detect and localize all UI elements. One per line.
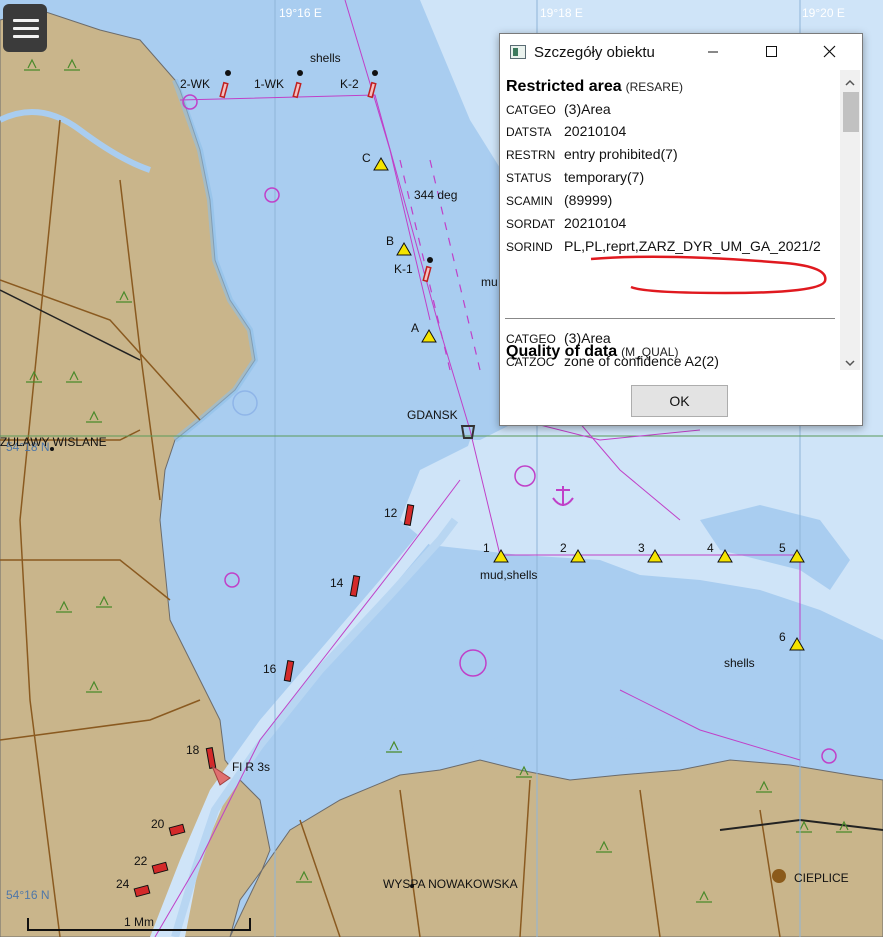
object-details-dialog: Szczegóły obiektu Restricted area (RESARE…	[499, 33, 863, 426]
buoy-label-c: C	[362, 151, 371, 165]
buoy-label-20: 20	[151, 817, 165, 831]
settlement-icon	[772, 869, 786, 883]
buoy-label-2: 2	[560, 541, 567, 555]
dialog-titlebar[interactable]: Szczegóły obiektu	[500, 34, 862, 70]
seabed-label-shells-top: shells	[310, 51, 341, 65]
section-heading-restricted-area: Restricted area (RESARE)	[506, 78, 683, 95]
buoy-label-6: 6	[779, 630, 786, 644]
coord-label-right: 19°20 E	[802, 6, 845, 20]
attribute-row: RESTRN entry prohibited(7)	[506, 146, 678, 162]
seabed-label-mud-shells: mud,shells	[480, 568, 537, 582]
attribute-row: STATUS temporary(7)	[506, 169, 645, 185]
vertical-scrollbar[interactable]	[840, 70, 860, 370]
dialog-title: Szczegóły obiektu	[534, 44, 655, 61]
buoy-label-12: 12	[384, 506, 398, 520]
seabed-label-mud: mu	[481, 275, 498, 289]
maximize-button[interactable]	[748, 34, 794, 70]
coord-label-left: 19°16 E	[279, 6, 322, 20]
buoy-label-3: 3	[638, 541, 645, 555]
light-label: Fl R 3s	[232, 760, 270, 774]
scroll-down-icon[interactable]	[840, 354, 860, 372]
red-highlight-annotation	[590, 255, 827, 295]
beacon-label-1wk: 1-WK	[254, 77, 284, 91]
beacon-label-2wk: 2-WK	[180, 77, 210, 91]
scroll-thumb[interactable]	[843, 92, 859, 132]
section-heading-quality-of-data: Quality of data (M_QUAL)	[506, 343, 679, 360]
close-icon	[823, 45, 836, 58]
coord-label-mid: 19°18 E	[540, 6, 583, 20]
buoy-label-18: 18	[186, 743, 200, 757]
attribute-row: DATSTA 20210104	[506, 123, 627, 139]
details-content: Restricted area (RESARE) CATGEO (3)Area DA…	[500, 70, 840, 370]
lat-label-bottom: 54°16 N	[6, 888, 50, 902]
buoy-label-b: B	[386, 234, 394, 248]
buoy-label-5: 5	[779, 541, 786, 555]
ok-button[interactable]: OK	[631, 385, 728, 417]
buoy-label-24: 24	[116, 877, 130, 891]
place-label-wyspa: WYSPA NOWAKOWSKA	[383, 877, 518, 891]
buoy-label-1: 1	[483, 541, 490, 555]
maximize-icon	[766, 46, 777, 57]
scale-label: 1 Mm	[124, 915, 154, 929]
section-divider	[505, 318, 835, 319]
attribute-row: SCAMIN (89999)	[506, 192, 613, 208]
place-label-gdansk: GDANSK	[407, 408, 458, 422]
beacon-label-k1: K-1	[394, 262, 413, 276]
buoy-label-14: 14	[330, 576, 344, 590]
buoy-label-a: A	[411, 321, 419, 335]
seabed-label-shells-right: shells	[724, 656, 755, 670]
attribute-row: CATGEO (3)Area	[506, 101, 611, 117]
close-button[interactable]	[806, 34, 852, 70]
beacon-label-k2: K-2	[340, 77, 359, 91]
minimize-button[interactable]	[690, 34, 736, 70]
buoy-label-22: 22	[134, 854, 148, 868]
place-label-cieplice: CIEPLICE	[794, 871, 849, 885]
minimize-icon	[708, 51, 718, 53]
buoy-label-4: 4	[707, 541, 714, 555]
heading-label: 344 deg	[414, 188, 457, 202]
hamburger-menu-icon[interactable]	[3, 4, 47, 52]
buoy-label-16: 16	[263, 662, 277, 676]
app-icon	[510, 45, 526, 59]
place-label-zulawy: ZULAWY WISLANE	[0, 435, 107, 449]
attribute-row: SORDAT 20210104	[506, 215, 627, 231]
scroll-up-icon[interactable]	[840, 74, 860, 92]
